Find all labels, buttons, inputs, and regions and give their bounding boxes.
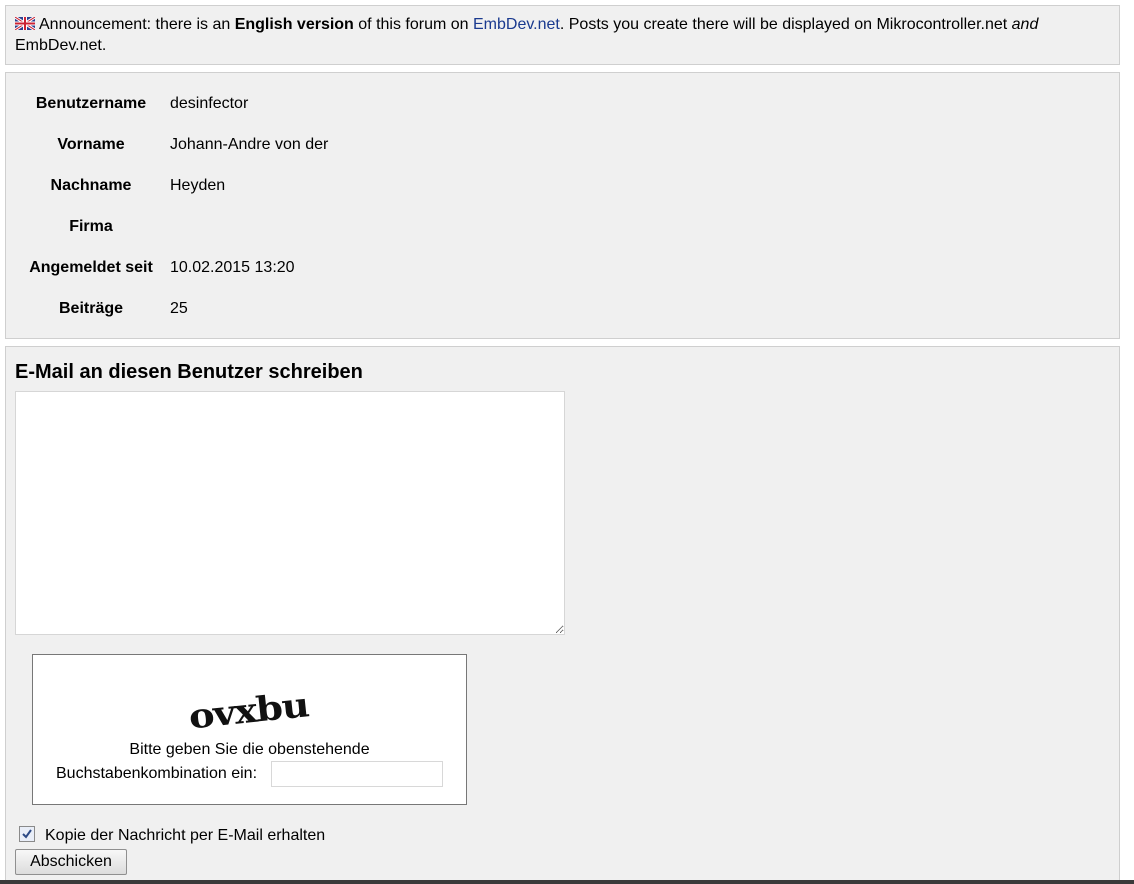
checkmark-icon xyxy=(22,829,32,839)
captcha-text: ovxbu xyxy=(187,685,311,731)
announcement-bold: English version xyxy=(234,16,354,33)
announcement-italic: and xyxy=(1011,16,1039,33)
email-form-heading: E-Mail an diesen Benutzer schreiben xyxy=(15,361,363,383)
profile-value: Heyden xyxy=(170,177,226,194)
submit-button[interactable]: Abschicken xyxy=(15,849,127,875)
profile-label: Angemeldet seit xyxy=(29,259,153,276)
profile-label: Beiträge xyxy=(58,300,124,317)
captcha-box: ovxbu Bitte geben Sie die obenstehende B… xyxy=(32,654,467,805)
profile-label: Firma xyxy=(69,218,113,235)
captcha-input[interactable] xyxy=(271,761,443,787)
embdev-link[interactable]: EmbDev.net xyxy=(473,16,560,33)
profile-value: Johann-Andre von der xyxy=(170,136,329,153)
captcha-image: ovxbu xyxy=(187,685,311,731)
profile-value: 10.02.2015 13:20 xyxy=(170,259,295,276)
bottom-divider xyxy=(0,880,1134,884)
user-profile-table: Benutzername desinfector Vorname Johann-… xyxy=(5,72,1120,339)
profile-label: Vorname xyxy=(57,136,125,153)
profile-value: 25 xyxy=(170,300,188,317)
uk-flag-icon xyxy=(14,15,36,32)
captcha-instruction-line1: Bitte geben Sie die obenstehende xyxy=(129,741,370,758)
message-textarea[interactable] xyxy=(15,391,565,635)
announcement-bar: Announcement: there is an English versio… xyxy=(5,5,1120,65)
email-form: E-Mail an diesen Benutzer schreiben ovxb… xyxy=(5,346,1120,884)
captcha-instruction-line2: Buchstabenkombination ein: xyxy=(56,765,258,782)
copy-checkbox-label: Kopie der Nachricht per E-Mail erhalten xyxy=(45,827,326,844)
profile-label: Benutzername xyxy=(35,95,147,112)
profile-value: desinfector xyxy=(170,95,249,112)
announcement-text: Announcement: there is an English versio… xyxy=(15,16,1039,54)
profile-label: Nachname xyxy=(50,177,132,194)
copy-checkbox[interactable] xyxy=(19,826,35,842)
